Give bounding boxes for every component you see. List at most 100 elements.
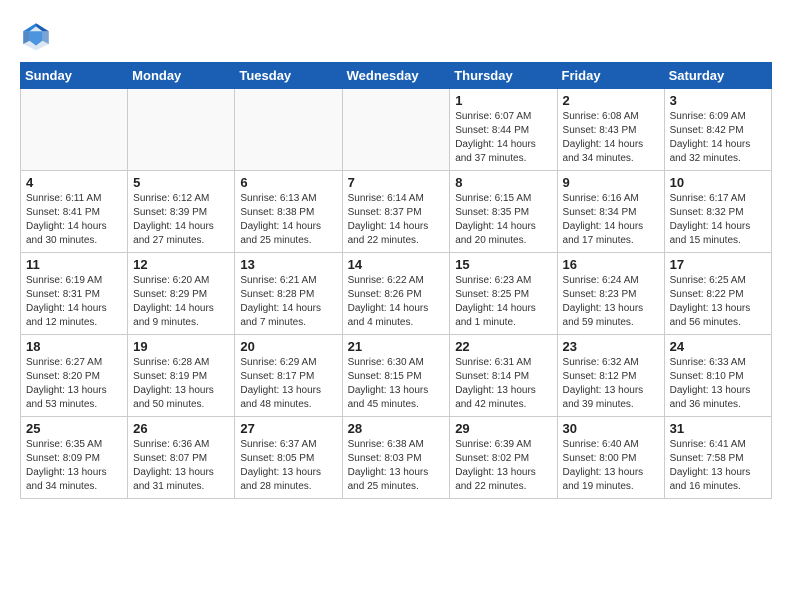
day-info: Sunrise: 6:27 AM Sunset: 8:20 PM Dayligh… xyxy=(26,356,122,412)
calendar-cell: 28 Sunrise: 6:38 AM Sunset: 8:03 PM Dayli… xyxy=(342,417,450,499)
calendar-cell: 9 Sunrise: 6:16 AM Sunset: 8:34 PM Daylig… xyxy=(557,171,664,253)
day-number: 23 xyxy=(563,339,659,354)
calendar-cell: 27 Sunrise: 6:37 AM Sunset: 8:05 PM Dayli… xyxy=(235,417,342,499)
calendar-cell xyxy=(235,89,342,171)
calendar-cell: 11 Sunrise: 6:19 AM Sunset: 8:31 PM Dayli… xyxy=(21,253,128,335)
calendar-cell: 18 Sunrise: 6:27 AM Sunset: 8:20 PM Dayli… xyxy=(21,335,128,417)
day-number: 18 xyxy=(26,339,122,354)
day-number: 11 xyxy=(26,257,122,272)
day-info: Sunrise: 6:31 AM Sunset: 8:14 PM Dayligh… xyxy=(455,356,551,412)
calendar-cell: 7 Sunrise: 6:14 AM Sunset: 8:37 PM Daylig… xyxy=(342,171,450,253)
calendar-cell: 13 Sunrise: 6:21 AM Sunset: 8:28 PM Dayli… xyxy=(235,253,342,335)
day-number: 31 xyxy=(670,421,766,436)
day-info: Sunrise: 6:13 AM Sunset: 8:38 PM Dayligh… xyxy=(240,192,336,248)
day-number: 3 xyxy=(670,93,766,108)
day-number: 13 xyxy=(240,257,336,272)
day-number: 26 xyxy=(133,421,229,436)
logo xyxy=(20,20,56,52)
day-info: Sunrise: 6:22 AM Sunset: 8:26 PM Dayligh… xyxy=(348,274,445,330)
day-info: Sunrise: 6:37 AM Sunset: 8:05 PM Dayligh… xyxy=(240,438,336,494)
calendar-cell: 20 Sunrise: 6:29 AM Sunset: 8:17 PM Dayli… xyxy=(235,335,342,417)
calendar-cell xyxy=(128,89,235,171)
calendar-cell xyxy=(342,89,450,171)
header-wednesday: Wednesday xyxy=(342,63,450,89)
day-info: Sunrise: 6:07 AM Sunset: 8:44 PM Dayligh… xyxy=(455,110,551,166)
header-tuesday: Tuesday xyxy=(235,63,342,89)
day-number: 28 xyxy=(348,421,445,436)
day-number: 12 xyxy=(133,257,229,272)
header-sunday: Sunday xyxy=(21,63,128,89)
calendar-header-row: SundayMondayTuesdayWednesdayThursdayFrid… xyxy=(21,63,772,89)
day-info: Sunrise: 6:41 AM Sunset: 7:58 PM Dayligh… xyxy=(670,438,766,494)
day-info: Sunrise: 6:32 AM Sunset: 8:12 PM Dayligh… xyxy=(563,356,659,412)
calendar-cell: 6 Sunrise: 6:13 AM Sunset: 8:38 PM Daylig… xyxy=(235,171,342,253)
calendar-cell: 8 Sunrise: 6:15 AM Sunset: 8:35 PM Daylig… xyxy=(450,171,557,253)
day-number: 14 xyxy=(348,257,445,272)
calendar-week-3: 11 Sunrise: 6:19 AM Sunset: 8:31 PM Dayli… xyxy=(21,253,772,335)
calendar-cell: 16Sunrise: 6:24 AM Sunset: 8:23 PM Dayli… xyxy=(557,253,664,335)
day-info: Sunrise: 6:15 AM Sunset: 8:35 PM Dayligh… xyxy=(455,192,551,248)
calendar-cell xyxy=(21,89,128,171)
day-number: 8 xyxy=(455,175,551,190)
day-number: 17 xyxy=(670,257,766,272)
day-number: 4 xyxy=(26,175,122,190)
day-info: Sunrise: 6:09 AM Sunset: 8:42 PM Dayligh… xyxy=(670,110,766,166)
calendar-cell: 10Sunrise: 6:17 AM Sunset: 8:32 PM Dayli… xyxy=(664,171,771,253)
day-info: Sunrise: 6:12 AM Sunset: 8:39 PM Dayligh… xyxy=(133,192,229,248)
calendar-week-1: 1 Sunrise: 6:07 AM Sunset: 8:44 PM Daylig… xyxy=(21,89,772,171)
day-number: 20 xyxy=(240,339,336,354)
day-info: Sunrise: 6:11 AM Sunset: 8:41 PM Dayligh… xyxy=(26,192,122,248)
day-number: 25 xyxy=(26,421,122,436)
calendar-table: SundayMondayTuesdayWednesdayThursdayFrid… xyxy=(20,62,772,499)
day-number: 9 xyxy=(563,175,659,190)
calendar-cell: 15Sunrise: 6:23 AM Sunset: 8:25 PM Dayli… xyxy=(450,253,557,335)
day-info: Sunrise: 6:35 AM Sunset: 8:09 PM Dayligh… xyxy=(26,438,122,494)
day-number: 6 xyxy=(240,175,336,190)
day-number: 22 xyxy=(455,339,551,354)
day-number: 5 xyxy=(133,175,229,190)
calendar-cell: 30Sunrise: 6:40 AM Sunset: 8:00 PM Dayli… xyxy=(557,417,664,499)
day-info: Sunrise: 6:38 AM Sunset: 8:03 PM Dayligh… xyxy=(348,438,445,494)
day-info: Sunrise: 6:28 AM Sunset: 8:19 PM Dayligh… xyxy=(133,356,229,412)
header-monday: Monday xyxy=(128,63,235,89)
day-number: 24 xyxy=(670,339,766,354)
calendar-cell: 5 Sunrise: 6:12 AM Sunset: 8:39 PM Daylig… xyxy=(128,171,235,253)
day-info: Sunrise: 6:16 AM Sunset: 8:34 PM Dayligh… xyxy=(563,192,659,248)
day-number: 19 xyxy=(133,339,229,354)
day-number: 7 xyxy=(348,175,445,190)
day-info: Sunrise: 6:14 AM Sunset: 8:37 PM Dayligh… xyxy=(348,192,445,248)
calendar-cell: 3 Sunrise: 6:09 AM Sunset: 8:42 PM Daylig… xyxy=(664,89,771,171)
day-number: 29 xyxy=(455,421,551,436)
calendar-cell: 25 Sunrise: 6:35 AM Sunset: 8:09 PM Dayli… xyxy=(21,417,128,499)
calendar-cell: 29 Sunrise: 6:39 AM Sunset: 8:02 PM Dayli… xyxy=(450,417,557,499)
calendar-cell: 22 Sunrise: 6:31 AM Sunset: 8:14 PM Dayli… xyxy=(450,335,557,417)
day-number: 27 xyxy=(240,421,336,436)
calendar-week-2: 4 Sunrise: 6:11 AM Sunset: 8:41 PM Daylig… xyxy=(21,171,772,253)
calendar-cell: 19 Sunrise: 6:28 AM Sunset: 8:19 PM Dayli… xyxy=(128,335,235,417)
day-number: 2 xyxy=(563,93,659,108)
day-info: Sunrise: 6:39 AM Sunset: 8:02 PM Dayligh… xyxy=(455,438,551,494)
day-info: Sunrise: 6:29 AM Sunset: 8:17 PM Dayligh… xyxy=(240,356,336,412)
calendar-cell: 2 Sunrise: 6:08 AM Sunset: 8:43 PM Daylig… xyxy=(557,89,664,171)
calendar-week-5: 25 Sunrise: 6:35 AM Sunset: 8:09 PM Dayli… xyxy=(21,417,772,499)
calendar-cell: 23 Sunrise: 6:32 AM Sunset: 8:12 PM Dayli… xyxy=(557,335,664,417)
logo-icon xyxy=(20,20,52,52)
day-info: Sunrise: 6:33 AM Sunset: 8:10 PM Dayligh… xyxy=(670,356,766,412)
calendar-week-4: 18 Sunrise: 6:27 AM Sunset: 8:20 PM Dayli… xyxy=(21,335,772,417)
day-info: Sunrise: 6:19 AM Sunset: 8:31 PM Dayligh… xyxy=(26,274,122,330)
calendar-cell: 24 Sunrise: 6:33 AM Sunset: 8:10 PM Dayli… xyxy=(664,335,771,417)
day-info: Sunrise: 6:08 AM Sunset: 8:43 PM Dayligh… xyxy=(563,110,659,166)
calendar-cell: 12Sunrise: 6:20 AM Sunset: 8:29 PM Dayli… xyxy=(128,253,235,335)
calendar-cell: 26Sunrise: 6:36 AM Sunset: 8:07 PM Dayli… xyxy=(128,417,235,499)
day-info: Sunrise: 6:30 AM Sunset: 8:15 PM Dayligh… xyxy=(348,356,445,412)
header-saturday: Saturday xyxy=(664,63,771,89)
calendar-cell: 31 Sunrise: 6:41 AM Sunset: 7:58 PM Dayli… xyxy=(664,417,771,499)
day-info: Sunrise: 6:21 AM Sunset: 8:28 PM Dayligh… xyxy=(240,274,336,330)
day-info: Sunrise: 6:17 AM Sunset: 8:32 PM Dayligh… xyxy=(670,192,766,248)
day-number: 1 xyxy=(455,93,551,108)
day-number: 30 xyxy=(563,421,659,436)
day-number: 21 xyxy=(348,339,445,354)
calendar-cell: 14 Sunrise: 6:22 AM Sunset: 8:26 PM Dayli… xyxy=(342,253,450,335)
calendar-cell: 17Sunrise: 6:25 AM Sunset: 8:22 PM Dayli… xyxy=(664,253,771,335)
day-number: 16 xyxy=(563,257,659,272)
